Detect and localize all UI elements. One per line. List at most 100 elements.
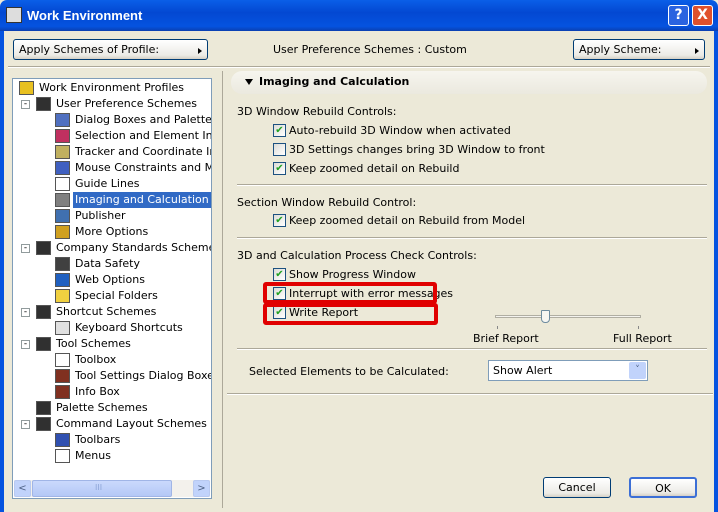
tree-item[interactable]: Data Safety bbox=[13, 256, 211, 272]
report-slider-track[interactable] bbox=[495, 315, 641, 318]
scroll-grip: III bbox=[95, 483, 103, 492]
collapse-toggle[interactable]: - bbox=[21, 244, 30, 253]
tree-item-label: More Options bbox=[75, 225, 149, 238]
window-title: Work Environment bbox=[27, 8, 143, 23]
tree-item[interactable]: Tool Settings Dialog Boxes bbox=[13, 368, 211, 384]
calc-select[interactable]: Show Alert ˅ bbox=[488, 360, 648, 381]
slider-tick bbox=[497, 326, 498, 329]
hammer-disk-icon bbox=[36, 337, 51, 351]
report-slider-thumb[interactable] bbox=[540, 310, 550, 323]
toolbox-grid-icon bbox=[55, 353, 70, 367]
apply-scheme-button[interactable]: Apply Scheme: bbox=[573, 39, 705, 60]
divider bbox=[237, 184, 707, 186]
tree-item[interactable]: Toolbars bbox=[13, 432, 211, 448]
floppy-disk-icon bbox=[36, 241, 51, 255]
scroll-right-button[interactable]: > bbox=[193, 480, 210, 497]
tree-item[interactable]: Tracker and Coordinate Input bbox=[13, 144, 211, 160]
arrow-right-icon bbox=[198, 48, 202, 54]
checkbox[interactable]: ✔ bbox=[273, 214, 286, 227]
close-button[interactable]: X bbox=[692, 5, 713, 26]
section-3d-window-title: 3D Window Rebuild Controls: bbox=[237, 105, 397, 118]
tree-item[interactable]: More Options bbox=[13, 224, 211, 240]
triangle-down-icon bbox=[245, 79, 253, 85]
tree-item[interactable]: Publisher bbox=[13, 208, 211, 224]
tree-item[interactable]: Mouse Constraints and Meth bbox=[13, 160, 211, 176]
mouse-icon bbox=[55, 161, 70, 175]
scroll-left-button[interactable]: < bbox=[14, 480, 31, 497]
windows-icon bbox=[55, 113, 70, 127]
tree-item-label: Publisher bbox=[75, 209, 126, 222]
tree-item[interactable]: Guide Lines bbox=[13, 176, 211, 192]
tree-item-label: Special Folders bbox=[75, 289, 158, 302]
checkbox[interactable]: ✔ bbox=[273, 268, 286, 281]
checkbox-label[interactable]: Auto-rebuild 3D Window when activated bbox=[289, 124, 511, 137]
tree-item-label: Shortcut Schemes bbox=[56, 305, 157, 318]
tree-item[interactable]: Menus bbox=[13, 448, 211, 464]
menu-icon bbox=[55, 449, 70, 463]
tree-item-label: Palette Schemes bbox=[56, 401, 148, 414]
tree-item[interactable]: Special Folders bbox=[13, 288, 211, 304]
tree-item[interactable]: Work Environment Profiles bbox=[13, 80, 211, 96]
profiles-tree[interactable]: Menus Toolbars - Command Layout Schemes Pale… bbox=[12, 78, 212, 499]
tree-item-label: Command Layout Schemes bbox=[56, 417, 207, 430]
checkbox-label[interactable]: Show Progress Window bbox=[289, 268, 416, 281]
tree-item[interactable]: Imaging and Calculation bbox=[13, 192, 211, 208]
tree-item-label: Toolbars bbox=[75, 433, 121, 446]
tree-item[interactable]: - Shortcut Schemes bbox=[13, 304, 211, 320]
tree-item-label: Tracker and Coordinate Input bbox=[75, 145, 211, 158]
red-highlight-annotation bbox=[263, 303, 438, 325]
tree-item[interactable]: Toolbox bbox=[13, 352, 211, 368]
tree-item-label: Info Box bbox=[75, 385, 120, 398]
horizontal-scrollbar[interactable]: < III > bbox=[14, 480, 210, 497]
floppy-disk-icon bbox=[36, 97, 51, 111]
apply-schemes-of-profile-button[interactable]: Apply Schemes of Profile: bbox=[13, 39, 208, 60]
floppy-disk-icon bbox=[36, 305, 51, 319]
tree-item[interactable]: Keyboard Shortcuts bbox=[13, 320, 211, 336]
ok-button[interactable]: OK bbox=[629, 477, 697, 498]
section-header-title: Imaging and Calculation bbox=[259, 75, 410, 88]
section-process-check-title: 3D and Calculation Process Check Control… bbox=[237, 249, 477, 262]
tree-item[interactable]: - Company Standards Schemes bbox=[13, 240, 211, 256]
tree-item-label: Toolbox bbox=[75, 353, 117, 366]
title-bar: Work Environment ? X bbox=[0, 0, 718, 31]
section-section-window-title: Section Window Rebuild Control: bbox=[237, 196, 417, 209]
apply-profile-label: Apply Schemes of Profile: bbox=[19, 43, 160, 56]
section-header[interactable]: Imaging and Calculation bbox=[231, 71, 707, 94]
collapse-toggle[interactable]: - bbox=[21, 308, 30, 317]
red-highlight-annotation bbox=[263, 282, 437, 304]
tree-item-label: Work Environment Profiles bbox=[39, 81, 185, 94]
tree-item-label: Company Standards Schemes bbox=[56, 241, 212, 254]
scheme-status: User Preference Schemes : Custom bbox=[273, 43, 467, 56]
checkbox[interactable]: ✔ bbox=[273, 162, 286, 175]
tree-item-label: User Preference Schemes bbox=[56, 97, 198, 110]
collapse-toggle[interactable]: - bbox=[21, 420, 30, 429]
tree-item[interactable]: - User Preference Schemes bbox=[13, 96, 211, 112]
folder-icon bbox=[55, 289, 70, 303]
tree-item[interactable]: Palette Schemes bbox=[13, 400, 211, 416]
help-button[interactable]: ? bbox=[668, 5, 689, 26]
checkbox-label[interactable]: 3D Settings changes bring 3D Window to f… bbox=[289, 143, 545, 156]
apply-scheme-label: Apply Scheme: bbox=[579, 43, 662, 56]
tree-item[interactable]: Dialog Boxes and Palettes bbox=[13, 112, 211, 128]
checkbox[interactable] bbox=[273, 143, 286, 156]
tree-item[interactable]: Selection and Element Inform bbox=[13, 128, 211, 144]
hammer-icon bbox=[55, 369, 70, 383]
tree-item-label: Web Options bbox=[75, 273, 145, 286]
checkbox[interactable]: ✔ bbox=[273, 124, 286, 137]
scroll-thumb[interactable]: III bbox=[32, 480, 172, 497]
tree-item[interactable]: - Command Layout Schemes bbox=[13, 416, 211, 432]
floppy-disk-icon bbox=[36, 401, 51, 415]
tree-item[interactable]: Web Options bbox=[13, 272, 211, 288]
tree-item[interactable]: - Tool Schemes bbox=[13, 336, 211, 352]
tree-item[interactable]: Info Box bbox=[13, 384, 211, 400]
collapse-toggle[interactable]: - bbox=[21, 100, 30, 109]
chevron-down-icon[interactable]: ˅ bbox=[629, 362, 646, 379]
tree-item-label: Mouse Constraints and Meth bbox=[75, 161, 211, 174]
app-icon bbox=[6, 7, 22, 23]
divider bbox=[237, 348, 707, 350]
checkbox-label[interactable]: Keep zoomed detail on Rebuild from Model bbox=[289, 214, 525, 227]
checkbox-label[interactable]: Keep zoomed detail on Rebuild bbox=[289, 162, 459, 175]
cancel-button[interactable]: Cancel bbox=[543, 477, 611, 498]
tree-item-label: Imaging and Calculation bbox=[73, 192, 211, 208]
collapse-toggle[interactable]: - bbox=[21, 340, 30, 349]
